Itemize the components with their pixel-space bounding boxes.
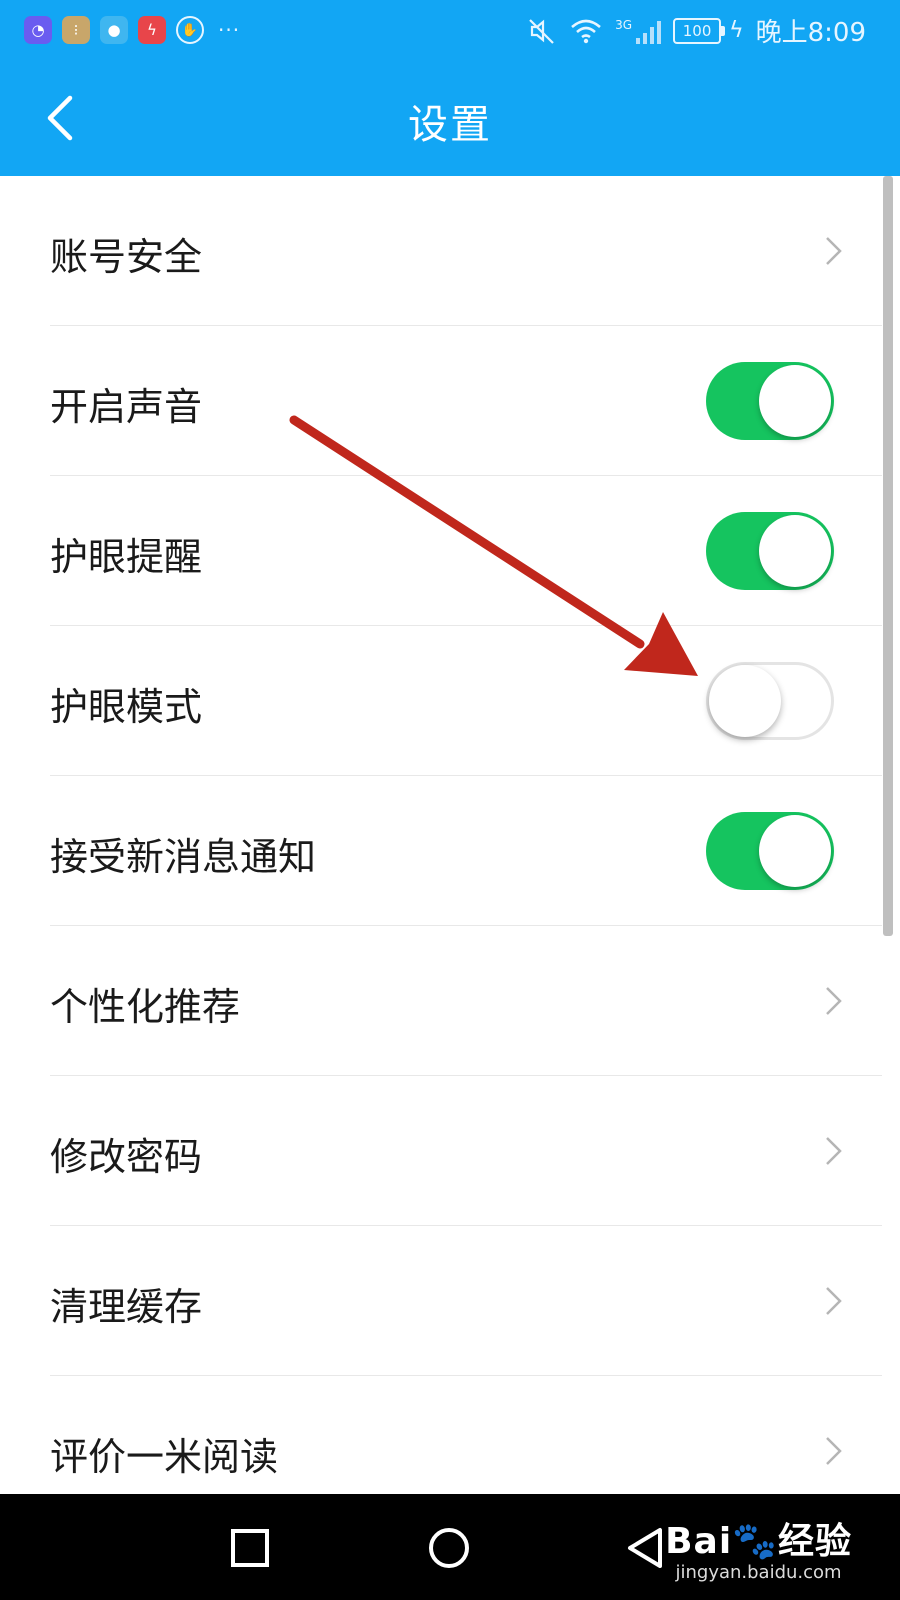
setting-label: 清理缓存 [50,1285,203,1329]
setting-label: 开启声音 [50,385,203,429]
setting-message-notifications: 接受新消息通知 [0,776,882,926]
battery-icon: 100 [673,17,726,44]
cellular-signal: 3G [615,17,662,44]
system-indicators: 3G 100 ϟ 晚上8:09 [527,12,866,49]
network-type: 3G [615,17,633,32]
setting-label: 修改密码 [50,1135,203,1179]
toggle-knob [709,665,781,737]
charging-icon: ϟ [729,18,744,43]
system-navigation-bar: Bai🐾经验 jingyan.baidu.com [0,1494,900,1600]
status-bar: ◔ ⁝ ● ϟ ✋ ··· 3G 100 ϟ 晚上8:09 [0,0,900,62]
watermark-logo: Bai🐾经验 [665,1521,852,1562]
app-header: 设置 [0,62,900,176]
setting-sound: 开启声音 [0,326,882,476]
setting-label: 接受新消息通知 [50,835,317,879]
notification-icons: ◔ ⁝ ● ϟ ✋ ··· [24,16,240,44]
more-notifications-icon: ··· [218,18,241,42]
toggle-knob [759,365,831,437]
folder-app-icon: ⁝ [62,16,90,44]
page-title: 设置 [408,102,492,148]
home-icon[interactable] [419,1518,479,1578]
eye-care-reminder-toggle[interactable] [706,512,834,590]
flash-app-icon: ϟ [138,16,166,44]
eye-care-mode-toggle[interactable] [706,662,834,740]
muted-icon [529,18,554,44]
chat-bubble-icon: ● [100,16,128,44]
setting-personalized-recommendation[interactable]: 个性化推荐 [0,926,882,1076]
chevron-right-icon [826,1137,842,1165]
wifi-icon [571,19,602,43]
setting-label: 评价一米阅读 [50,1435,279,1479]
toggle-knob [759,515,831,587]
toggle-knob [759,815,831,887]
setting-eye-care-reminder: 护眼提醒 [0,476,882,626]
setting-account-security[interactable]: 账号安全 [0,176,882,326]
settings-list: 账号安全 开启声音 护眼提醒 护眼模式 接受新消息通知 个性化推荐 修改密码 清… [0,176,882,1526]
setting-label: 个性化推荐 [50,985,241,1029]
chevron-right-icon [826,1287,842,1315]
scrollbar[interactable] [883,176,893,936]
chevron-right-icon [826,987,842,1015]
status-time: 晚上8:09 [755,18,866,48]
setting-label: 护眼模式 [50,685,203,729]
chart-app-icon: ◔ [24,16,52,44]
chevron-right-icon [826,237,842,265]
setting-label: 账号安全 [50,235,203,279]
setting-eye-care-mode: 护眼模式 [0,626,882,776]
signal-bars-icon [636,18,662,44]
chevron-right-icon [826,1437,842,1465]
setting-change-password[interactable]: 修改密码 [0,1076,882,1226]
sound-toggle[interactable] [706,362,834,440]
hand-shield-icon: ✋ [176,16,204,44]
watermark: Bai🐾经验 jingyan.baidu.com [665,1512,852,1583]
setting-label: 护眼提醒 [50,535,203,579]
message-notifications-toggle[interactable] [706,812,834,890]
recent-apps-icon[interactable] [220,1518,280,1578]
setting-clear-cache[interactable]: 清理缓存 [0,1226,882,1376]
watermark-url: jingyan.baidu.com [675,1562,842,1583]
